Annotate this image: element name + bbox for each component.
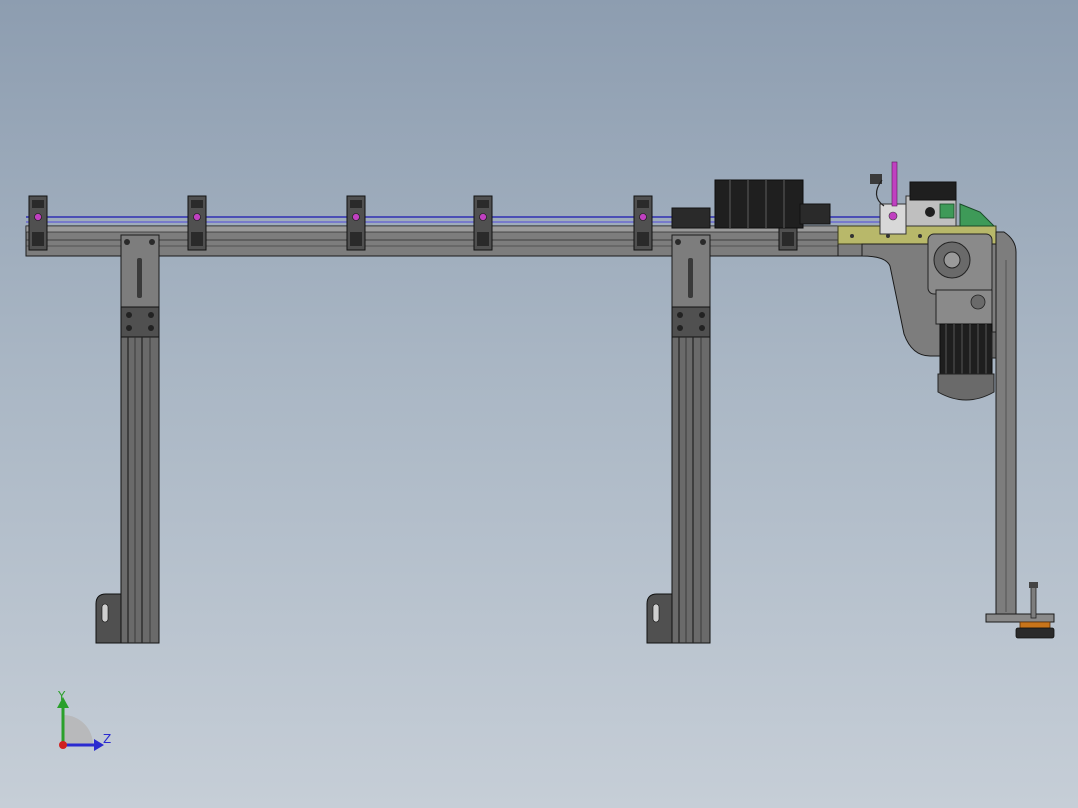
support-leg-icon (646, 234, 711, 644)
y-axis-label: Y (57, 689, 66, 703)
drive-assembly (837, 161, 997, 245)
coordinate-triad[interactable]: Y Z (57, 689, 111, 751)
cad-viewport[interactable]: Y Z (0, 0, 1078, 808)
x-axis-icon (59, 741, 67, 749)
gear-motor-icon (861, 233, 1015, 401)
leveling-foot-icon (1015, 582, 1055, 639)
cylinder-icon (671, 179, 831, 229)
rail-clamp-icon (633, 195, 653, 251)
end-post (985, 231, 1055, 623)
rail-clamp-icon (346, 195, 366, 251)
support-leg-icon (95, 234, 160, 644)
z-axis-label: Z (103, 732, 111, 746)
rail-clamp-icon (28, 195, 48, 251)
rail-clamp-icon (187, 195, 207, 251)
rail-clamp-icon (473, 195, 493, 251)
